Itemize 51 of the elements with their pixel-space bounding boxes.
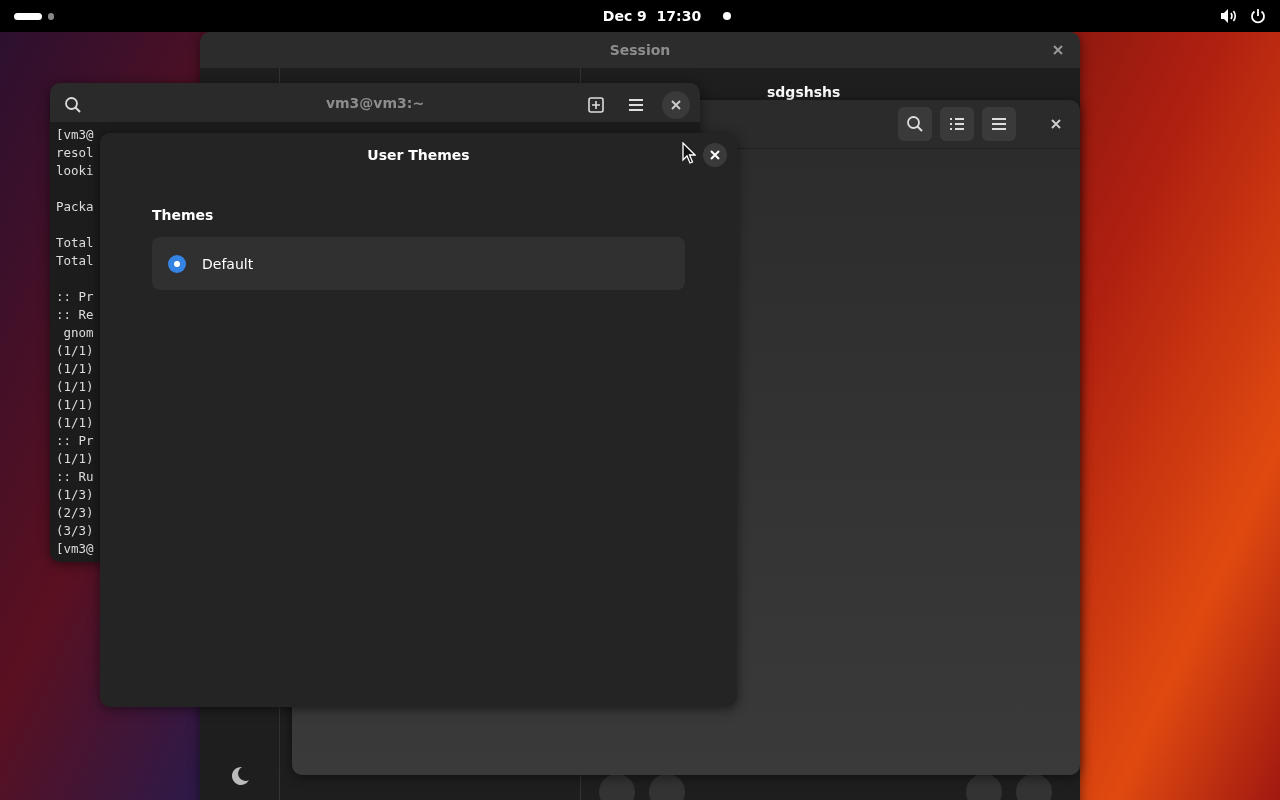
terminal-line: (1/1) [56, 396, 94, 414]
terminal-line: Packa [56, 198, 94, 216]
terminal-line: :: Ru [56, 468, 94, 486]
power-icon[interactable] [1250, 8, 1266, 24]
moon-icon[interactable] [229, 766, 250, 786]
terminal-line: Total [56, 252, 94, 270]
workspace-indicator[interactable] [48, 12, 54, 20]
search-icon [64, 96, 82, 114]
terminal-line: (1/1) [56, 342, 94, 360]
window-title: vm3@vm3:~ [325, 94, 425, 111]
section-heading: Themes [152, 207, 215, 223]
terminal-line: (1/1) [56, 414, 94, 432]
close-icon [1053, 45, 1063, 55]
terminal-line: Total [56, 234, 94, 252]
terminal-line: (1/1) [56, 360, 94, 378]
menu-icon [628, 98, 644, 112]
terminal-line: (2/3) [56, 504, 94, 522]
volume-icon[interactable] [1220, 8, 1238, 24]
terminal-line: :: Re [56, 306, 94, 324]
dialog-title: User Themes [367, 147, 470, 163]
terminal-line: (1/1) [56, 450, 94, 468]
terminal-line: (3/3) [56, 522, 94, 540]
notification-dot-icon [723, 12, 732, 20]
window-title: Session [609, 42, 671, 58]
mouse-cursor-icon [682, 142, 696, 164]
close-button[interactable] [703, 143, 727, 167]
profile-name: sdgshshs [767, 84, 841, 100]
terminal-line: resol [56, 144, 94, 162]
theme-label: Default [202, 255, 254, 272]
list-view-button[interactable] [940, 107, 974, 141]
terminal-line: :: Pr [56, 432, 94, 450]
terminal-line: :: Pr [56, 288, 94, 306]
clock[interactable]: Dec 9 17:30 [602, 8, 702, 24]
terminal-line: gnom [62, 324, 94, 342]
menu-button[interactable] [982, 107, 1016, 141]
search-button[interactable] [898, 107, 932, 141]
close-icon [710, 150, 720, 160]
terminal-line: [vm3@ [56, 126, 94, 144]
close-button[interactable] [662, 91, 690, 119]
plus-square-icon [588, 97, 604, 113]
list-icon [949, 117, 965, 131]
workspace-indicator[interactable] [14, 12, 42, 20]
terminal-line: (1/3) [56, 486, 94, 504]
close-icon [671, 100, 681, 110]
menu-icon [991, 117, 1007, 131]
close-icon [1051, 119, 1061, 129]
search-icon [906, 115, 924, 133]
radio-button[interactable] [168, 254, 186, 273]
terminal-line: (1/1) [56, 378, 94, 396]
terminal-line: [vm3@ [56, 540, 94, 558]
terminal-line: looki [56, 162, 94, 180]
